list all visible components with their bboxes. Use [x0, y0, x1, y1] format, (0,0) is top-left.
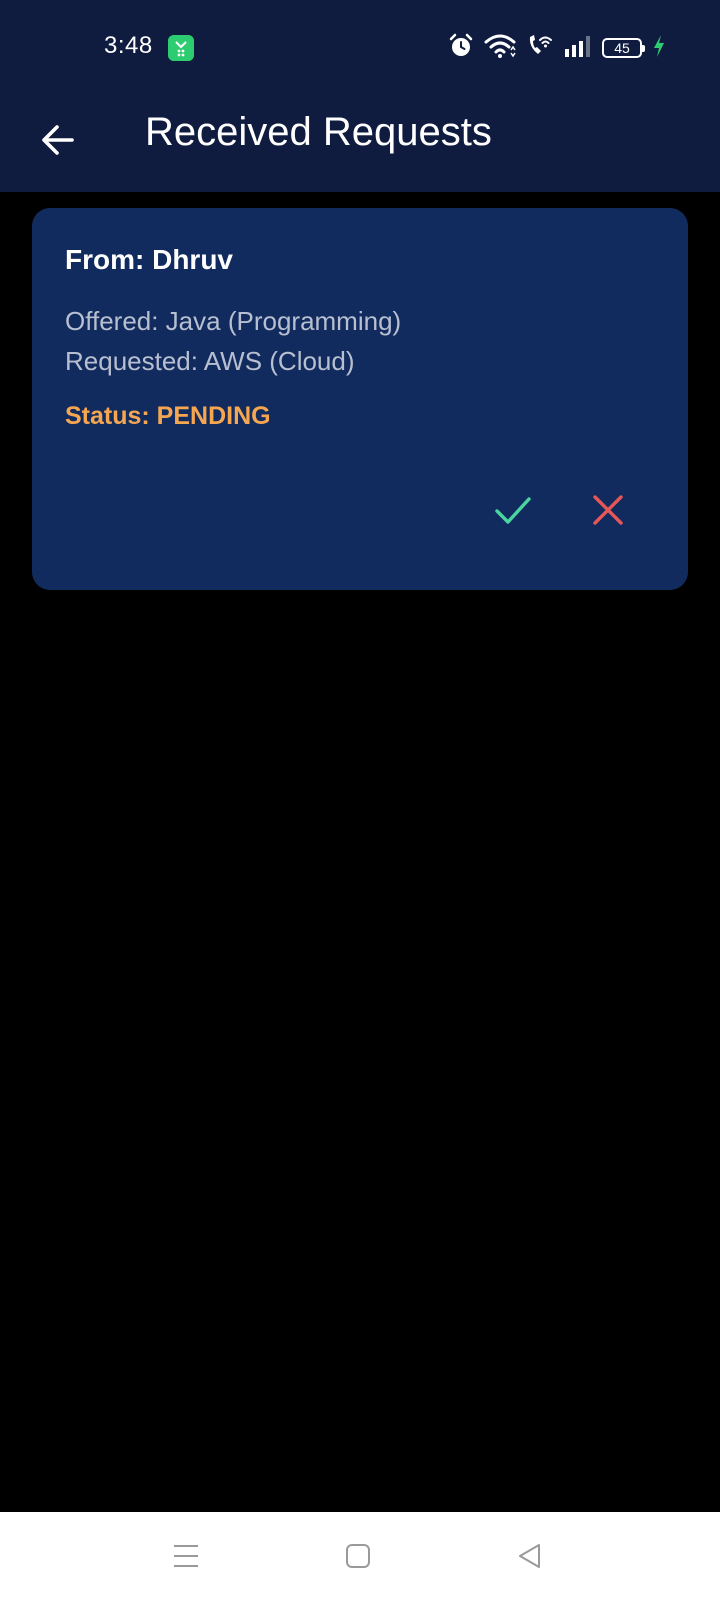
signal-icon: [564, 34, 592, 63]
menu-icon: [174, 1545, 198, 1567]
close-icon: [593, 495, 623, 525]
app-bar: Received Requests: [0, 92, 720, 192]
system-nav-bar: [0, 1512, 720, 1600]
status-bar: 3:48 45: [0, 0, 720, 92]
check-icon: [495, 497, 531, 524]
charging-icon: [652, 34, 666, 63]
screen: 3:48 45 Received Requests From: Dhruv Of…: [0, 0, 720, 1600]
nav-back-button[interactable]: [506, 1532, 554, 1580]
notification-app-icon: [168, 35, 194, 61]
nav-menu-button[interactable]: [162, 1532, 210, 1580]
home-icon: [346, 1544, 370, 1568]
wifi-calling-icon: [526, 33, 554, 64]
nav-home-button[interactable]: [334, 1532, 382, 1580]
status-time: 3:48: [104, 32, 153, 59]
request-requested: Requested: AWS (Cloud): [65, 346, 355, 376]
wifi-icon: [484, 33, 516, 64]
request-card: From: Dhruv Offered: Java (Programming) …: [32, 208, 688, 590]
request-status: Status: PENDING: [65, 402, 271, 430]
request-from: From: Dhruv: [65, 244, 233, 275]
arrow-left-icon: [42, 125, 74, 155]
status-icons: 45: [448, 33, 666, 64]
back-triangle-icon: [519, 1544, 540, 1568]
back-button[interactable]: [32, 114, 84, 166]
battery-level: 45: [614, 40, 630, 56]
alarm-icon: [448, 33, 474, 64]
battery-icon: 45: [602, 38, 645, 58]
accept-button[interactable]: [485, 482, 541, 538]
reject-button[interactable]: [580, 482, 636, 538]
page-title: Received Requests: [145, 110, 492, 154]
request-offered: Offered: Java (Programming): [65, 306, 402, 336]
